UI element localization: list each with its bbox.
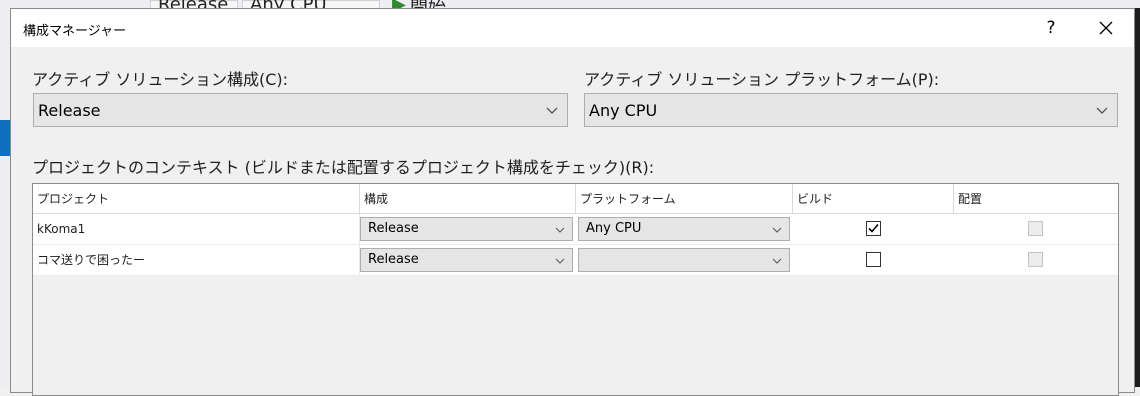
checkmark-icon [868, 223, 879, 233]
column-header-project[interactable]: プロジェクト [33, 184, 360, 213]
project-contexts-grid: プロジェクト 構成 プラットフォーム ビルド 配置 kKoma1 Release… [32, 183, 1119, 396]
window-edge [1135, 8, 1140, 387]
dialog-title: 構成マネージャー [23, 24, 127, 39]
chevron-down-icon [772, 227, 782, 233]
table-row[interactable]: コマ送りで困ったー Release [33, 245, 1118, 276]
ide-left-strip [0, 14, 10, 387]
row-config-value: Release [368, 252, 419, 267]
row-platform-value: Any CPU [586, 221, 642, 236]
solution-platform-value: Any CPU [589, 101, 658, 120]
chevron-down-icon [546, 107, 558, 114]
row-config-combo[interactable]: Release [360, 217, 573, 241]
project-name: kKoma1 [33, 214, 360, 244]
solution-config-value: Release [38, 101, 101, 120]
solution-config-combo[interactable]: Release [33, 93, 568, 127]
project-name: コマ送りで困ったー [33, 245, 360, 275]
solution-platform-label: アクティブ ソリューション プラットフォーム(P): [584, 70, 940, 89]
ide-accent-bar [0, 120, 10, 156]
row-platform-combo[interactable]: Any CPU [578, 217, 790, 241]
project-contexts-label: プロジェクトのコンテキスト (ビルドまたは配置するプロジェクト構成をチェック)(… [32, 158, 655, 177]
dialog-titlebar: 構成マネージャー ? [11, 9, 1134, 47]
help-button[interactable]: ? [1036, 13, 1066, 43]
chevron-down-icon [555, 227, 565, 233]
column-header-build[interactable]: ビルド [793, 184, 954, 213]
build-checkbox[interactable] [866, 252, 881, 267]
help-icon: ? [1046, 18, 1056, 38]
table-row[interactable]: kKoma1 Release Any CPU [33, 214, 1118, 245]
row-config-combo[interactable]: Release [360, 248, 573, 272]
column-header-deploy[interactable]: 配置 [954, 184, 1118, 213]
column-header-platform[interactable]: プラットフォーム [576, 184, 793, 213]
deploy-checkbox [1028, 252, 1043, 267]
deploy-checkbox [1028, 221, 1043, 236]
row-platform-combo[interactable] [578, 248, 790, 272]
close-button[interactable] [1089, 13, 1123, 43]
solution-config-label: アクティブ ソリューション構成(C): [32, 70, 289, 89]
chevron-down-icon [772, 258, 782, 264]
build-checkbox[interactable] [866, 221, 881, 236]
close-icon [1099, 21, 1113, 35]
row-config-value: Release [368, 221, 419, 236]
column-header-config[interactable]: 構成 [360, 184, 576, 213]
chevron-down-icon [1096, 107, 1108, 114]
grid-header: プロジェクト 構成 プラットフォーム ビルド 配置 [33, 184, 1118, 214]
chevron-down-icon [555, 258, 565, 264]
solution-platform-combo[interactable]: Any CPU [584, 93, 1118, 127]
configuration-manager-dialog: 構成マネージャー ? アクティブ ソリューション構成(C): Release ア… [10, 8, 1135, 396]
